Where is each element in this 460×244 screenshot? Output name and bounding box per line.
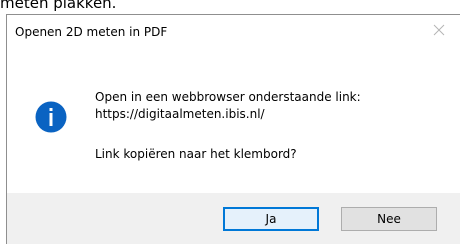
message-dialog: Openen 2D meten in PDF Open in een webbr… <box>6 14 460 244</box>
background-document-text: meten plakken. <box>0 0 117 12</box>
close-icon <box>433 24 445 36</box>
info-icon <box>35 101 67 133</box>
dialog-title: Openen 2D meten in PDF <box>15 25 168 39</box>
yes-button[interactable]: Ja <box>223 207 319 231</box>
no-button[interactable]: Nee <box>341 207 437 231</box>
dialog-button-bar: Ja Nee <box>7 193 460 244</box>
close-button[interactable] <box>428 19 450 41</box>
message-link: https://digitaalmeten.ibis.nl/ <box>95 107 265 121</box>
message-question: Link kopiëren naar het klembord? <box>95 147 297 161</box>
screen: meten plakken. Openen 2D meten in PDF Op… <box>0 0 460 244</box>
message-line-1: Open in een webbrowser onderstaande link… <box>95 90 361 104</box>
